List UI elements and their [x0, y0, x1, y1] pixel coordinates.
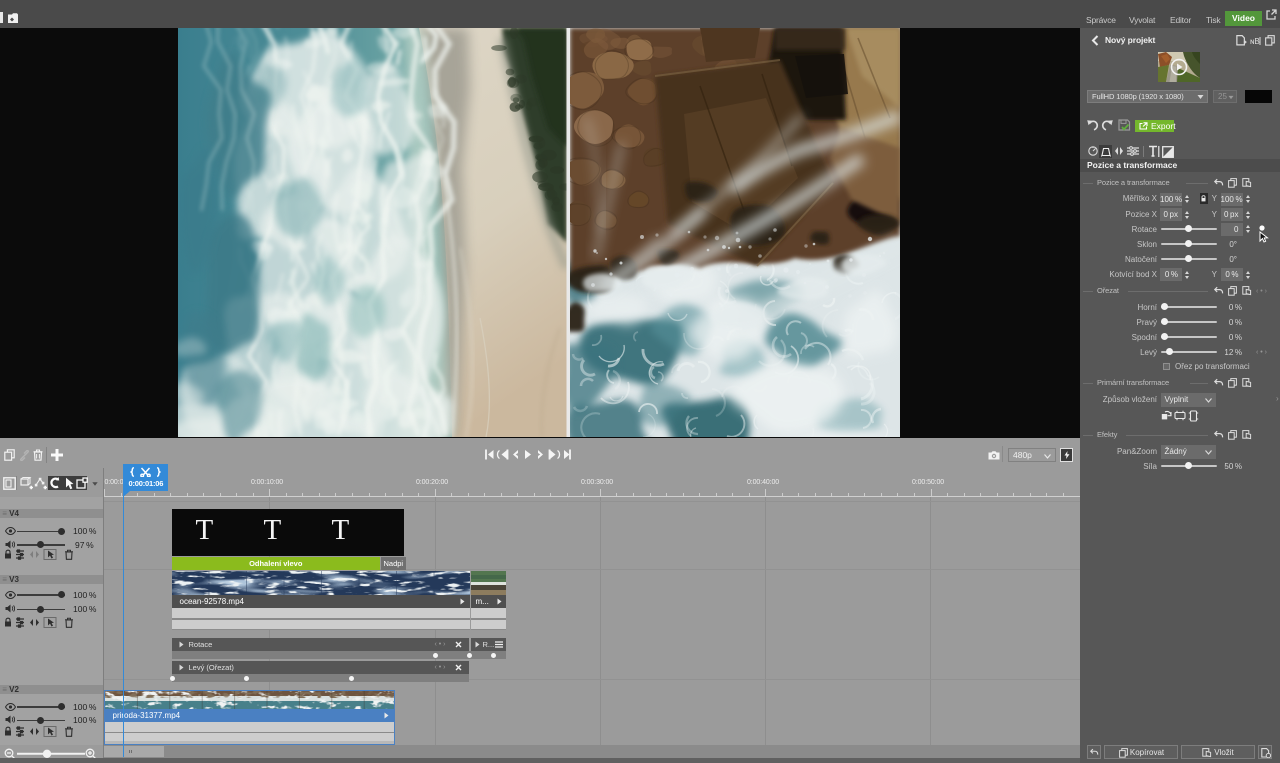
svg-text:ɴB: ɴB — [1250, 37, 1260, 46]
